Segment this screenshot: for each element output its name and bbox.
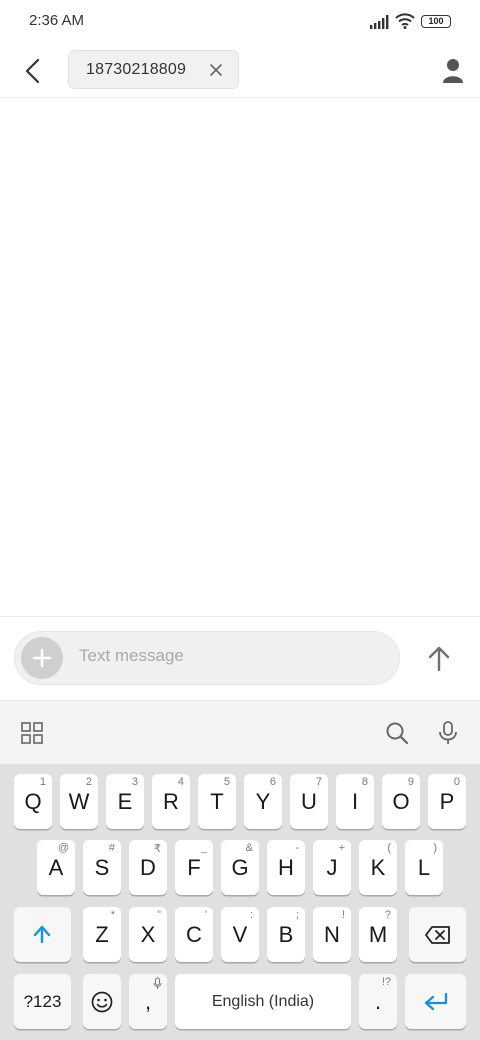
- backspace-icon: [425, 926, 450, 944]
- key-label: D: [140, 854, 156, 880]
- key-e[interactable]: 3E: [106, 774, 144, 829]
- key-label: F: [187, 854, 201, 880]
- comma-key[interactable]: ,: [129, 974, 167, 1029]
- compose-bar: Text message: [0, 616, 480, 701]
- period-key-label: .: [374, 988, 382, 1014]
- message-input[interactable]: Text message: [79, 646, 184, 666]
- key-t[interactable]: 5T: [198, 774, 236, 829]
- status-bar: 2:36 AM 100: [0, 0, 480, 44]
- emoji-key[interactable]: [83, 974, 121, 1029]
- key-label: M: [368, 921, 388, 947]
- microphone-icon[interactable]: [437, 720, 459, 746]
- key-a[interactable]: @ A: [37, 840, 75, 895]
- backspace-key[interactable]: [409, 907, 466, 962]
- key-label: U: [301, 788, 317, 814]
- key-label: O: [392, 788, 410, 814]
- key-b[interactable]: ; B: [267, 907, 305, 962]
- key-label: S: [94, 854, 110, 880]
- key-q[interactable]: 1Q: [14, 774, 52, 829]
- key-c[interactable]: ' C: [175, 907, 213, 962]
- recipient-number: 18730218809: [86, 61, 187, 78]
- battery-indicator: 100: [421, 15, 451, 28]
- key-s[interactable]: # S: [83, 840, 121, 895]
- key-label: Y: [255, 788, 271, 814]
- emoji-icon: [91, 991, 113, 1013]
- period-key[interactable]: !? .: [359, 974, 397, 1029]
- key-label: E: [117, 788, 133, 814]
- signal-icon: [370, 15, 389, 29]
- key-n[interactable]: ! N: [313, 907, 351, 962]
- message-box[interactable]: Text message: [14, 631, 400, 685]
- key-m[interactable]: ? M: [359, 907, 397, 962]
- key-label: A: [48, 854, 64, 880]
- apps-grid-icon[interactable]: [21, 722, 43, 744]
- key-d[interactable]: ₹ D: [129, 840, 167, 895]
- key-label: V: [232, 921, 248, 947]
- key-y[interactable]: 6Y: [244, 774, 282, 829]
- enter-icon: [424, 992, 448, 1011]
- key-h[interactable]: -H: [267, 840, 305, 895]
- comma-key-label: ,: [144, 988, 152, 1014]
- key-i[interactable]: 8I: [336, 774, 374, 829]
- shift-arrow-icon: [33, 925, 51, 944]
- symbols-key[interactable]: ?123: [14, 974, 71, 1029]
- key-g[interactable]: & G: [221, 840, 259, 895]
- conversation-header: 18730218809: [0, 44, 480, 98]
- keyboard-toolbar: [0, 700, 480, 765]
- key-label: C: [186, 921, 202, 947]
- key-label: L: [417, 854, 431, 880]
- key-j[interactable]: + J: [313, 840, 351, 895]
- contact-icon[interactable]: [438, 56, 468, 86]
- key-z[interactable]: * Z: [83, 907, 121, 962]
- key-k[interactable]: (K: [359, 840, 397, 895]
- key-p[interactable]: 0P: [428, 774, 466, 829]
- wifi-icon: [395, 13, 415, 29]
- key-label: W: [68, 788, 90, 814]
- key-label: G: [231, 854, 249, 880]
- key-label: P: [439, 788, 455, 814]
- key-w[interactable]: 2W: [60, 774, 98, 829]
- key-x[interactable]: " X: [129, 907, 167, 962]
- key-r[interactable]: 4R: [152, 774, 190, 829]
- search-icon[interactable]: [385, 721, 409, 745]
- shift-key[interactable]: [14, 907, 71, 962]
- recipient-chip[interactable]: 18730218809: [68, 50, 239, 89]
- key-label: X: [140, 921, 156, 947]
- key-label: T: [210, 788, 224, 814]
- key-label: N: [324, 921, 340, 947]
- key-label: J: [326, 854, 338, 880]
- plus-icon: [32, 648, 52, 668]
- key-label: Q: [24, 788, 42, 814]
- key-label: Z: [95, 921, 109, 947]
- symbols-key-label: ?123: [23, 991, 62, 1011]
- key-label: I: [351, 788, 359, 814]
- key-label: R: [163, 788, 179, 814]
- key-label: H: [278, 854, 294, 880]
- space-key[interactable]: English (India): [175, 974, 351, 1029]
- key-f[interactable]: _ F: [175, 840, 213, 895]
- keyboard: 1Q2W3E4R5T6Y7U8I9O0P @ A # S ₹ D _ F & G - H + J(K) L …: [0, 764, 480, 1040]
- key-label: K: [370, 854, 386, 880]
- attach-button[interactable]: [21, 637, 63, 679]
- back-arrow-icon[interactable]: [18, 56, 48, 86]
- key-label: B: [278, 921, 294, 947]
- space-key-label: English (India): [211, 992, 315, 1010]
- close-icon[interactable]: [208, 62, 224, 78]
- key-u[interactable]: 7U: [290, 774, 328, 829]
- status-time: 2:36 AM: [29, 12, 85, 29]
- key-l[interactable]: ) L: [405, 840, 443, 895]
- key-o[interactable]: 9O: [382, 774, 420, 829]
- key-v[interactable]: :V: [221, 907, 259, 962]
- send-arrow-icon[interactable]: [423, 643, 455, 675]
- enter-key[interactable]: [405, 974, 466, 1029]
